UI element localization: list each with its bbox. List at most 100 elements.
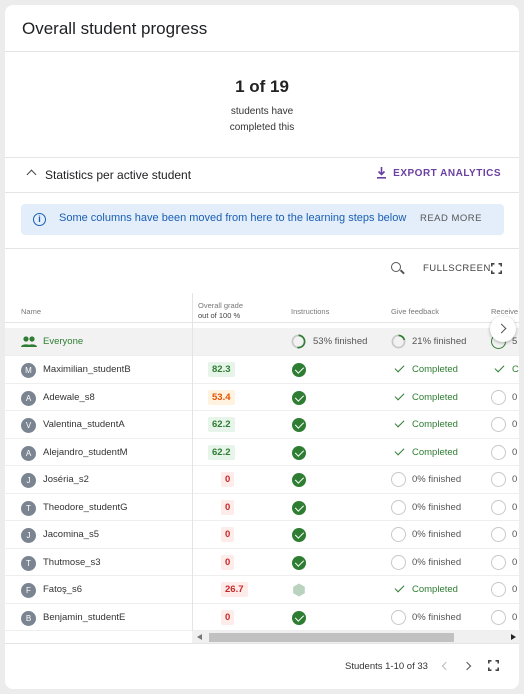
student-name: Adewale_s8 xyxy=(43,391,95,403)
check-circle-icon xyxy=(292,418,306,432)
avatar: T xyxy=(21,500,36,516)
info-banner: i Some columns have been moved from here… xyxy=(21,204,504,235)
student-name: Benjamin_studentE xyxy=(43,611,126,623)
check-circle-icon xyxy=(292,473,306,487)
check-icon xyxy=(394,445,405,455)
completion-line-1: students have xyxy=(230,106,294,117)
table-row[interactable]: J Joséria_s2 0 0% finished 0 xyxy=(5,466,519,494)
divider xyxy=(5,51,519,52)
received-status: 0 xyxy=(512,611,518,623)
student-name: Jacomina_s5 xyxy=(43,529,99,540)
table-row[interactable]: V Valentina_studentA 62.2 Completed 0 xyxy=(5,411,519,439)
empty-progress-ring xyxy=(491,444,506,460)
empty-progress-ring xyxy=(491,527,506,542)
scroll-left-arrow[interactable] xyxy=(197,634,202,640)
grade-badge: 0 xyxy=(221,527,235,542)
column-grade-subheader: out of 100 % xyxy=(198,311,241,320)
grade-badge: 0 xyxy=(221,554,235,570)
empty-progress-ring xyxy=(391,609,406,625)
table-row[interactable]: A Adewale_s8 53.4 Completed 0 xyxy=(5,384,519,411)
fullscreen-button[interactable]: FULLSCREEN xyxy=(423,263,491,274)
previous-page-button[interactable] xyxy=(441,661,451,671)
table-row[interactable]: B Benjamin_studentE 0 0% finished 0 xyxy=(5,604,519,631)
stats-section-toggle[interactable]: Statistics per active student EXPORT ANA… xyxy=(5,158,519,193)
fullscreen-icon[interactable] xyxy=(488,660,499,671)
received-status: 0 xyxy=(512,501,518,513)
column-name-header[interactable]: Name xyxy=(21,307,41,317)
empty-progress-ring xyxy=(491,609,506,625)
column-feedback-header[interactable]: Give feedback xyxy=(391,307,439,317)
grade-badge: 53.4 xyxy=(208,389,235,405)
student-name: Fatoş_s6 xyxy=(43,584,83,595)
everyone-label: Everyone xyxy=(43,336,84,347)
empty-progress-ring xyxy=(491,582,506,597)
student-name: Thutmose_s3 xyxy=(43,556,101,568)
avatar: J xyxy=(21,473,36,488)
received-status: 0 xyxy=(512,584,518,595)
table-header: Name Overall grade out of 100 % Instruct… xyxy=(5,293,519,323)
scroll-right-arrow[interactable] xyxy=(511,634,516,640)
table-row[interactable]: J Jacomina_s5 0 0% finished 0 xyxy=(5,521,519,549)
column-grade-header[interactable]: Overall grade xyxy=(198,301,243,311)
scroll-right-button[interactable] xyxy=(490,316,516,342)
avatar: A xyxy=(21,390,36,406)
next-page-button[interactable] xyxy=(462,661,472,671)
divider xyxy=(5,192,519,193)
feedback-status: 0% finished xyxy=(412,529,462,540)
column-divider xyxy=(192,293,193,631)
table-row[interactable]: F Fatoş_s6 26.7 Completed 0 xyxy=(5,576,519,604)
column-instructions-header[interactable]: Instructions xyxy=(291,307,329,317)
table-row[interactable]: T Theodore_studentG 0 0% finished 0 xyxy=(5,494,519,521)
check-circle-icon xyxy=(292,528,306,542)
check-circle-icon xyxy=(292,390,306,405)
check-circle-icon xyxy=(292,555,306,570)
feedback-progress-ring xyxy=(391,334,406,349)
empty-progress-ring xyxy=(391,554,406,570)
received-status: 0 xyxy=(512,474,518,485)
search-icon[interactable] xyxy=(391,262,401,272)
check-icon xyxy=(394,362,405,373)
check-icon xyxy=(394,390,405,400)
check-circle-icon xyxy=(292,363,306,377)
grade-badge: 26.7 xyxy=(221,582,248,597)
table-toolbar: FULLSCREEN xyxy=(5,260,519,280)
horizontal-scrollbar[interactable] xyxy=(192,631,519,643)
grade-badge: 62.2 xyxy=(208,444,235,460)
fullscreen-icon[interactable] xyxy=(491,263,502,274)
received-status: 0 xyxy=(512,391,518,403)
check-icon xyxy=(394,417,405,428)
read-more-button[interactable]: READ MORE xyxy=(420,213,482,224)
instructions-progress-ring xyxy=(291,334,306,349)
avatar: T xyxy=(21,555,36,571)
scrollbar-thumb[interactable] xyxy=(209,633,454,642)
table-row[interactable]: T Thutmose_s3 0 0% finished 0 xyxy=(5,549,519,576)
export-analytics-button[interactable]: EXPORT ANALYTICS xyxy=(376,167,501,179)
table-row[interactable]: A Alejandro_studentM 62.2 Completed 0 xyxy=(5,439,519,466)
pagination-label: Students 1-10 of 33 xyxy=(345,661,428,672)
student-name: Theodore_studentG xyxy=(43,501,128,513)
feedback-status: Completed xyxy=(412,584,458,595)
grade-badge: 82.3 xyxy=(208,362,235,377)
avatar: M xyxy=(21,363,36,378)
student-name: Valentina_studentA xyxy=(43,419,125,430)
received-status: Co xyxy=(512,364,519,375)
empty-progress-ring xyxy=(391,527,406,542)
student-name: Maximilian_studentB xyxy=(43,364,131,375)
feedback-status: 0% finished xyxy=(412,501,462,513)
empty-progress-ring xyxy=(491,417,506,432)
check-circle-icon xyxy=(292,445,306,460)
table-row[interactable]: M Maximilian_studentB 82.3 Completed Co xyxy=(5,356,519,384)
received-status: 0 xyxy=(512,419,518,430)
download-icon xyxy=(377,167,387,179)
student-name: Joséria_s2 xyxy=(43,474,89,485)
export-analytics-label: EXPORT ANALYTICS xyxy=(393,167,501,179)
empty-progress-ring xyxy=(491,499,506,515)
divider xyxy=(5,248,519,249)
feedback-status: 0% finished xyxy=(412,474,462,485)
empty-progress-ring xyxy=(491,554,506,570)
completion-count: 1 of 19 xyxy=(235,77,289,96)
everyone-row[interactable]: Everyone 53% finished 21% finished 5 xyxy=(5,328,519,356)
grade-badge: 0 xyxy=(221,609,235,625)
grade-badge: 62.2 xyxy=(208,417,235,432)
student-name: Alejandro_studentM xyxy=(43,446,128,458)
